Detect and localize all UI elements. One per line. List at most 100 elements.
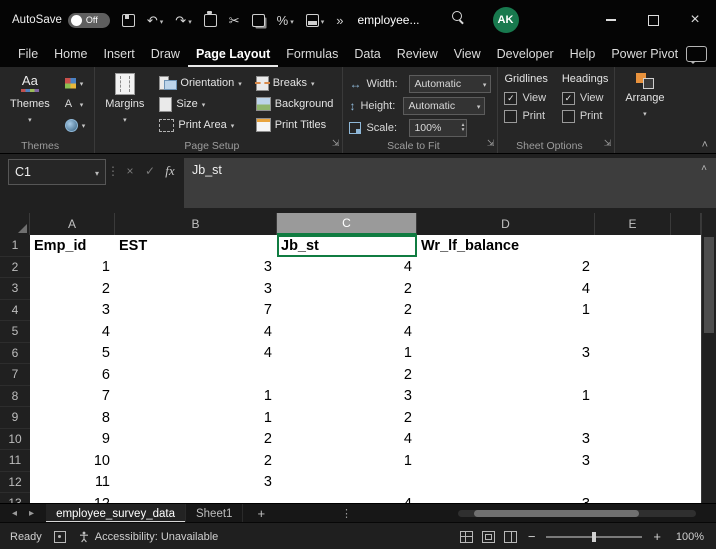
cell-a11[interactable]: 10 <box>30 450 115 472</box>
menu-tab-file[interactable]: File <box>10 42 46 67</box>
menu-tab-review[interactable]: Review <box>389 42 446 67</box>
normal-view-button[interactable] <box>459 530 473 543</box>
cell-b3[interactable]: 3 <box>115 278 277 300</box>
menu-tab-data[interactable]: Data <box>346 42 388 67</box>
cell-x11[interactable] <box>671 450 701 472</box>
cell-e13[interactable] <box>595 493 671 503</box>
cell-e12[interactable] <box>595 471 671 493</box>
formula-input[interactable]: Jb_st ˄ <box>184 158 716 208</box>
sheet-tab-Sheet1[interactable]: Sheet1 <box>186 504 244 523</box>
zoom-out-button[interactable]: − <box>526 529 538 544</box>
insert-function-button[interactable]: fx <box>160 160 180 182</box>
headings-print-checkbox[interactable] <box>561 109 575 123</box>
cell-x6[interactable] <box>671 342 701 364</box>
cell-d5[interactable] <box>417 321 595 343</box>
cell-e5[interactable] <box>595 321 671 343</box>
row-header-11[interactable]: 11 <box>0 450 30 472</box>
row-header-8[interactable]: 8 <box>0 385 30 407</box>
column-header-c[interactable]: C <box>277 213 417 235</box>
cell-b5[interactable]: 4 <box>115 321 277 343</box>
menu-tab-power-pivot[interactable]: Power Pivot <box>603 42 686 67</box>
cell-x3[interactable] <box>671 278 701 300</box>
cell-b7[interactable] <box>115 364 277 386</box>
menu-tab-page-layout[interactable]: Page Layout <box>187 42 279 67</box>
row-header-7[interactable]: 7 <box>0 364 30 386</box>
cell-d13[interactable]: 3 <box>417 493 595 503</box>
collapse-formula-bar-button[interactable]: ˄ <box>701 163 707 174</box>
cancel-entry-button[interactable]: × <box>120 160 140 182</box>
cell-x7[interactable] <box>671 364 701 386</box>
previous-sheet-button[interactable]: ◂ <box>12 508 17 519</box>
headings-view-option[interactable]: View <box>561 89 608 107</box>
column-header-e[interactable]: E <box>595 213 671 235</box>
cell-b8[interactable]: 1 <box>115 385 277 407</box>
cell-a8[interactable]: 7 <box>30 385 115 407</box>
copy-button[interactable] <box>246 0 271 40</box>
print-titles-button[interactable]: Print Titles <box>253 115 337 135</box>
arrange-button[interactable]: Arrange <box>621 71 668 121</box>
toolbar-overflow-button[interactable]: » <box>330 13 349 28</box>
cell-d4[interactable]: 1 <box>417 299 595 321</box>
cell-d6[interactable]: 3 <box>417 342 595 364</box>
background-button[interactable]: Background <box>253 94 337 114</box>
cell-c3[interactable]: 2 <box>277 278 417 300</box>
cell-c8[interactable]: 3 <box>277 385 417 407</box>
format-painter-button[interactable] <box>300 0 331 40</box>
row-header-10[interactable]: 10 <box>0 428 30 450</box>
themes-button[interactable]: Themes <box>6 71 54 127</box>
menu-tab-draw[interactable]: Draw <box>143 42 188 67</box>
column-header-a[interactable]: A <box>30 213 115 235</box>
cell-d12[interactable] <box>417 471 595 493</box>
cell-x4[interactable] <box>671 299 701 321</box>
gridlines-view-option[interactable]: View <box>504 89 547 107</box>
row-header-5[interactable]: 5 <box>0 321 30 343</box>
accessibility-status[interactable]: Accessibility: Unavailable <box>78 531 218 543</box>
gridlines-print-option[interactable]: Print <box>504 107 547 125</box>
cell-x2[interactable] <box>671 256 701 278</box>
cell-b13[interactable] <box>115 493 277 503</box>
cell-b12[interactable]: 3 <box>115 471 277 493</box>
comments-button[interactable] <box>686 46 708 64</box>
column-header-d[interactable]: D <box>417 213 595 235</box>
percent-style-button[interactable]: % <box>271 0 300 40</box>
theme-fonts-button[interactable] <box>62 94 89 114</box>
cell-x9[interactable] <box>671 407 701 429</box>
page-setup-dialog-launcher-icon[interactable] <box>332 133 340 151</box>
row-header-13[interactable]: 13 <box>0 493 30 503</box>
menu-tab-view[interactable]: View <box>446 42 489 67</box>
maximize-button[interactable] <box>632 0 674 40</box>
cell-a9[interactable]: 8 <box>30 407 115 429</box>
cell-d10[interactable]: 3 <box>417 428 595 450</box>
cell-x8[interactable] <box>671 385 701 407</box>
cell-a10[interactable]: 9 <box>30 428 115 450</box>
cell-e2[interactable] <box>595 256 671 278</box>
orientation-button[interactable]: Orientation <box>156 73 244 93</box>
cell-e6[interactable] <box>595 342 671 364</box>
paste-button[interactable] <box>198 0 223 40</box>
menu-tab-developer[interactable]: Developer <box>489 42 562 67</box>
sheet-options-dialog-launcher-icon[interactable] <box>604 133 612 151</box>
row-header-6[interactable]: 6 <box>0 342 30 364</box>
cell-a7[interactable]: 6 <box>30 364 115 386</box>
menu-tab-insert[interactable]: Insert <box>96 42 143 67</box>
cell-c6[interactable]: 1 <box>277 342 417 364</box>
row-header-1[interactable]: 1 <box>0 235 30 257</box>
autosave-toggle[interactable]: Off <box>67 12 110 28</box>
headings-print-option[interactable]: Print <box>561 107 608 125</box>
cell-d8[interactable]: 1 <box>417 385 595 407</box>
scale-to-fit-dialog-launcher-icon[interactable] <box>487 133 495 151</box>
cell-e4[interactable] <box>595 299 671 321</box>
cell-a6[interactable]: 5 <box>30 342 115 364</box>
cell-d1[interactable]: Wr_lf_balance <box>417 235 595 257</box>
cell-d11[interactable]: 3 <box>417 450 595 472</box>
collapse-ribbon-button[interactable]: ˄ <box>702 140 708 151</box>
record-macro-button[interactable] <box>53 530 66 543</box>
cell-c9[interactable]: 2 <box>277 407 417 429</box>
new-sheet-button[interactable]: + <box>243 506 279 521</box>
menu-tab-formulas[interactable]: Formulas <box>278 42 346 67</box>
vertical-scrollbar-thumb[interactable] <box>704 237 714 333</box>
sheet-tab-employee_survey_data[interactable]: employee_survey_data <box>46 504 186 523</box>
cell-e9[interactable] <box>595 407 671 429</box>
cell-e1[interactable] <box>595 235 671 257</box>
cell-d2[interactable]: 2 <box>417 256 595 278</box>
